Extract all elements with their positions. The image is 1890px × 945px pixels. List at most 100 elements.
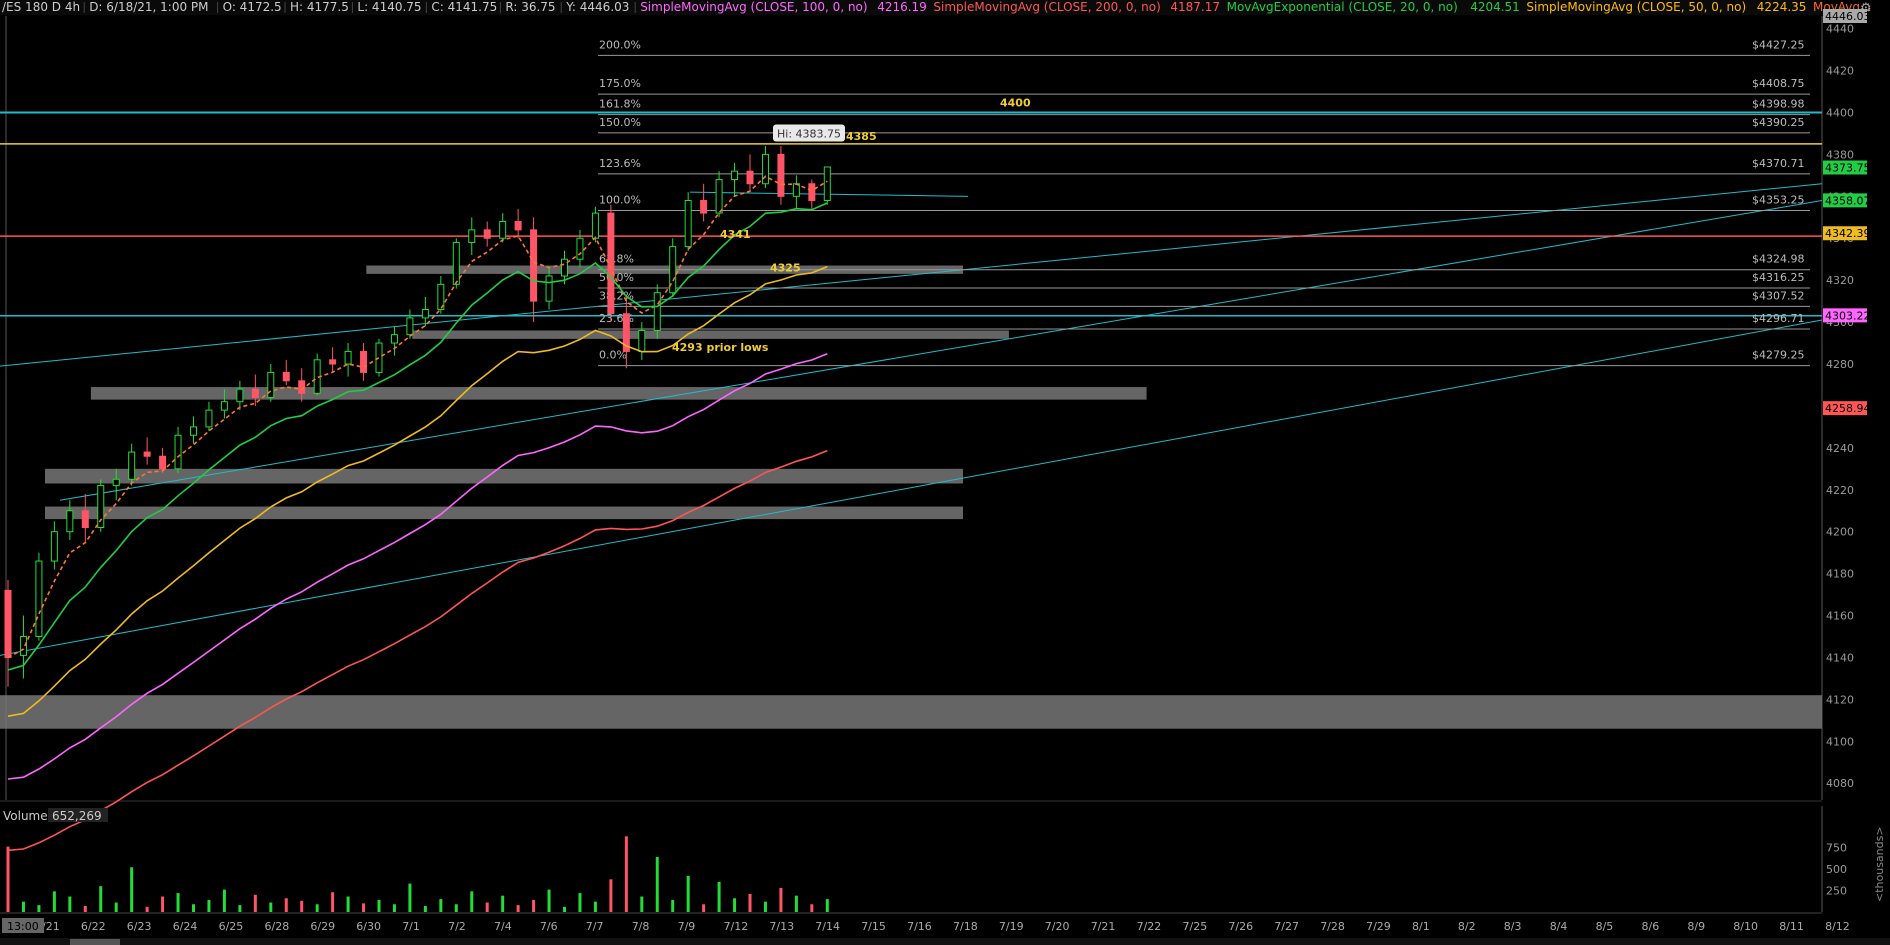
candle-body [545, 275, 553, 302]
candle-body [4, 589, 12, 658]
price-tick-label: 4440 [1826, 23, 1854, 36]
candle-body [143, 451, 151, 457]
candle-body [638, 329, 646, 352]
candle-body [406, 317, 414, 336]
candle-body [112, 478, 120, 487]
volume-bar [439, 899, 443, 912]
price-flag-label: 4358.07 [1825, 194, 1871, 207]
volume-bar [671, 899, 675, 912]
volume-bar [331, 892, 335, 912]
chart-header: /ES 180 D 4h D: 6/18/21, 1:00 PM O: 4172.5… [0, 0, 1872, 16]
volume-bar [624, 836, 628, 912]
time-tick-label: 7/19 [999, 920, 1024, 933]
time-tick-label: 8/10 [1733, 920, 1758, 933]
volume-bar [763, 901, 767, 912]
candle-body [731, 170, 739, 181]
study-value: 4216.19 [877, 0, 927, 14]
volume-bar [733, 898, 737, 912]
time-tick-label: 7/9 [678, 920, 696, 933]
scrollbar-thumb[interactable] [70, 939, 120, 945]
header-field: R: 36.75 [505, 0, 555, 14]
price-tick-label: 4180 [1826, 568, 1854, 581]
price-tick-label: 4400 [1826, 106, 1854, 119]
time-tick-label: 7/8 [632, 920, 650, 933]
support-zone [412, 330, 1009, 339]
time-tick-label: 7/21 [1091, 920, 1116, 933]
candle-body [267, 371, 275, 399]
fib-percent-label: 200.0% [599, 38, 641, 51]
volume-bar [501, 895, 505, 912]
time-tick-label: 7/25 [1183, 920, 1208, 933]
time-tick-label: 6/30 [356, 920, 381, 933]
volume-bar [37, 905, 41, 912]
support-zone [90, 387, 1147, 400]
time-tick-label: 8/11 [1779, 920, 1804, 933]
candle-body [561, 258, 569, 277]
volume-bar [269, 902, 273, 912]
volume-bar [578, 893, 582, 912]
volume-bar [315, 904, 319, 912]
time-tick-label: 8/9 [1687, 920, 1705, 933]
level-annotation: 4293 prior lows [672, 341, 769, 354]
volume-bar [68, 896, 72, 912]
volume-bar [207, 899, 211, 912]
volume-bar [408, 883, 412, 912]
header-field: /ES 180 D 4h [2, 0, 80, 14]
time-tick-label: 6/24 [173, 920, 198, 933]
candle-body [607, 212, 615, 315]
time-tick-label: 8/3 [1504, 920, 1522, 933]
fib-price-label: $4390.25 [1752, 116, 1805, 129]
price-tick-label: 4140 [1826, 651, 1854, 664]
volume-bar [825, 899, 829, 912]
fib-price-label: $4316.25 [1752, 271, 1805, 284]
volume-bar [609, 879, 613, 912]
volume-bar [563, 906, 567, 912]
fib-price-label: $4307.52 [1752, 289, 1805, 302]
volume-bar [253, 894, 257, 912]
fib-percent-label: 175.0% [599, 77, 641, 90]
candle-body [576, 237, 584, 260]
volume-bar [300, 900, 304, 912]
candle-body [777, 153, 785, 197]
volume-bar [532, 899, 536, 912]
volume-bar [161, 896, 165, 912]
volume-bar [99, 886, 103, 912]
volume-bar [192, 904, 196, 912]
candle-body [715, 179, 723, 214]
time-tick-label: 8/12 [1825, 920, 1850, 933]
candle-body [499, 220, 507, 239]
study-label: SimpleMovingAvg (CLOSE, 50, 0, no) [1526, 0, 1746, 14]
support-zone [0, 695, 1822, 729]
volume-bar [176, 893, 180, 912]
time-tick-label: 8/1 [1412, 920, 1430, 933]
candle-body [220, 401, 228, 411]
price-chart[interactable]: /ES 180 D 4h D: 6/18/21, 1:00 PM O: 4172.5… [0, 0, 1890, 945]
candle-body [190, 426, 198, 436]
time-tick-label: 7/18 [953, 920, 978, 933]
volume-bar [779, 887, 783, 912]
candle-body [159, 455, 167, 470]
time-tick-label: 7/4 [494, 920, 512, 933]
fib-price-label: $4353.25 [1752, 193, 1805, 206]
volume-bar [810, 904, 814, 912]
volume-bar [52, 891, 56, 912]
study-label: SimpleMovingAvg (CLOSE, 100, 0, no) [640, 0, 867, 14]
candle-body [205, 409, 213, 428]
volume-bar [346, 896, 350, 912]
fib-price-label: $4427.25 [1752, 38, 1805, 51]
price-flag-label: 4373.75 [1825, 162, 1871, 175]
volume-bar [114, 902, 118, 912]
candle-body [81, 510, 89, 529]
candle-body [468, 229, 476, 243]
fib-price-label: $4398.98 [1752, 98, 1805, 111]
candle-body [66, 510, 74, 533]
price-tick-label: 4100 [1826, 735, 1854, 748]
study-label: MovAvgExponential (CLOSE, 20, 0, no) [1227, 0, 1458, 14]
volume-bar [21, 901, 25, 912]
study-value: 4224.35 [1757, 0, 1807, 14]
candle-body [530, 229, 538, 302]
volume-bar [377, 899, 381, 912]
cursor-time-label: 13:00 [7, 920, 39, 933]
volume-header-bg [0, 808, 1822, 822]
level-annotation: 4325 [770, 262, 801, 275]
